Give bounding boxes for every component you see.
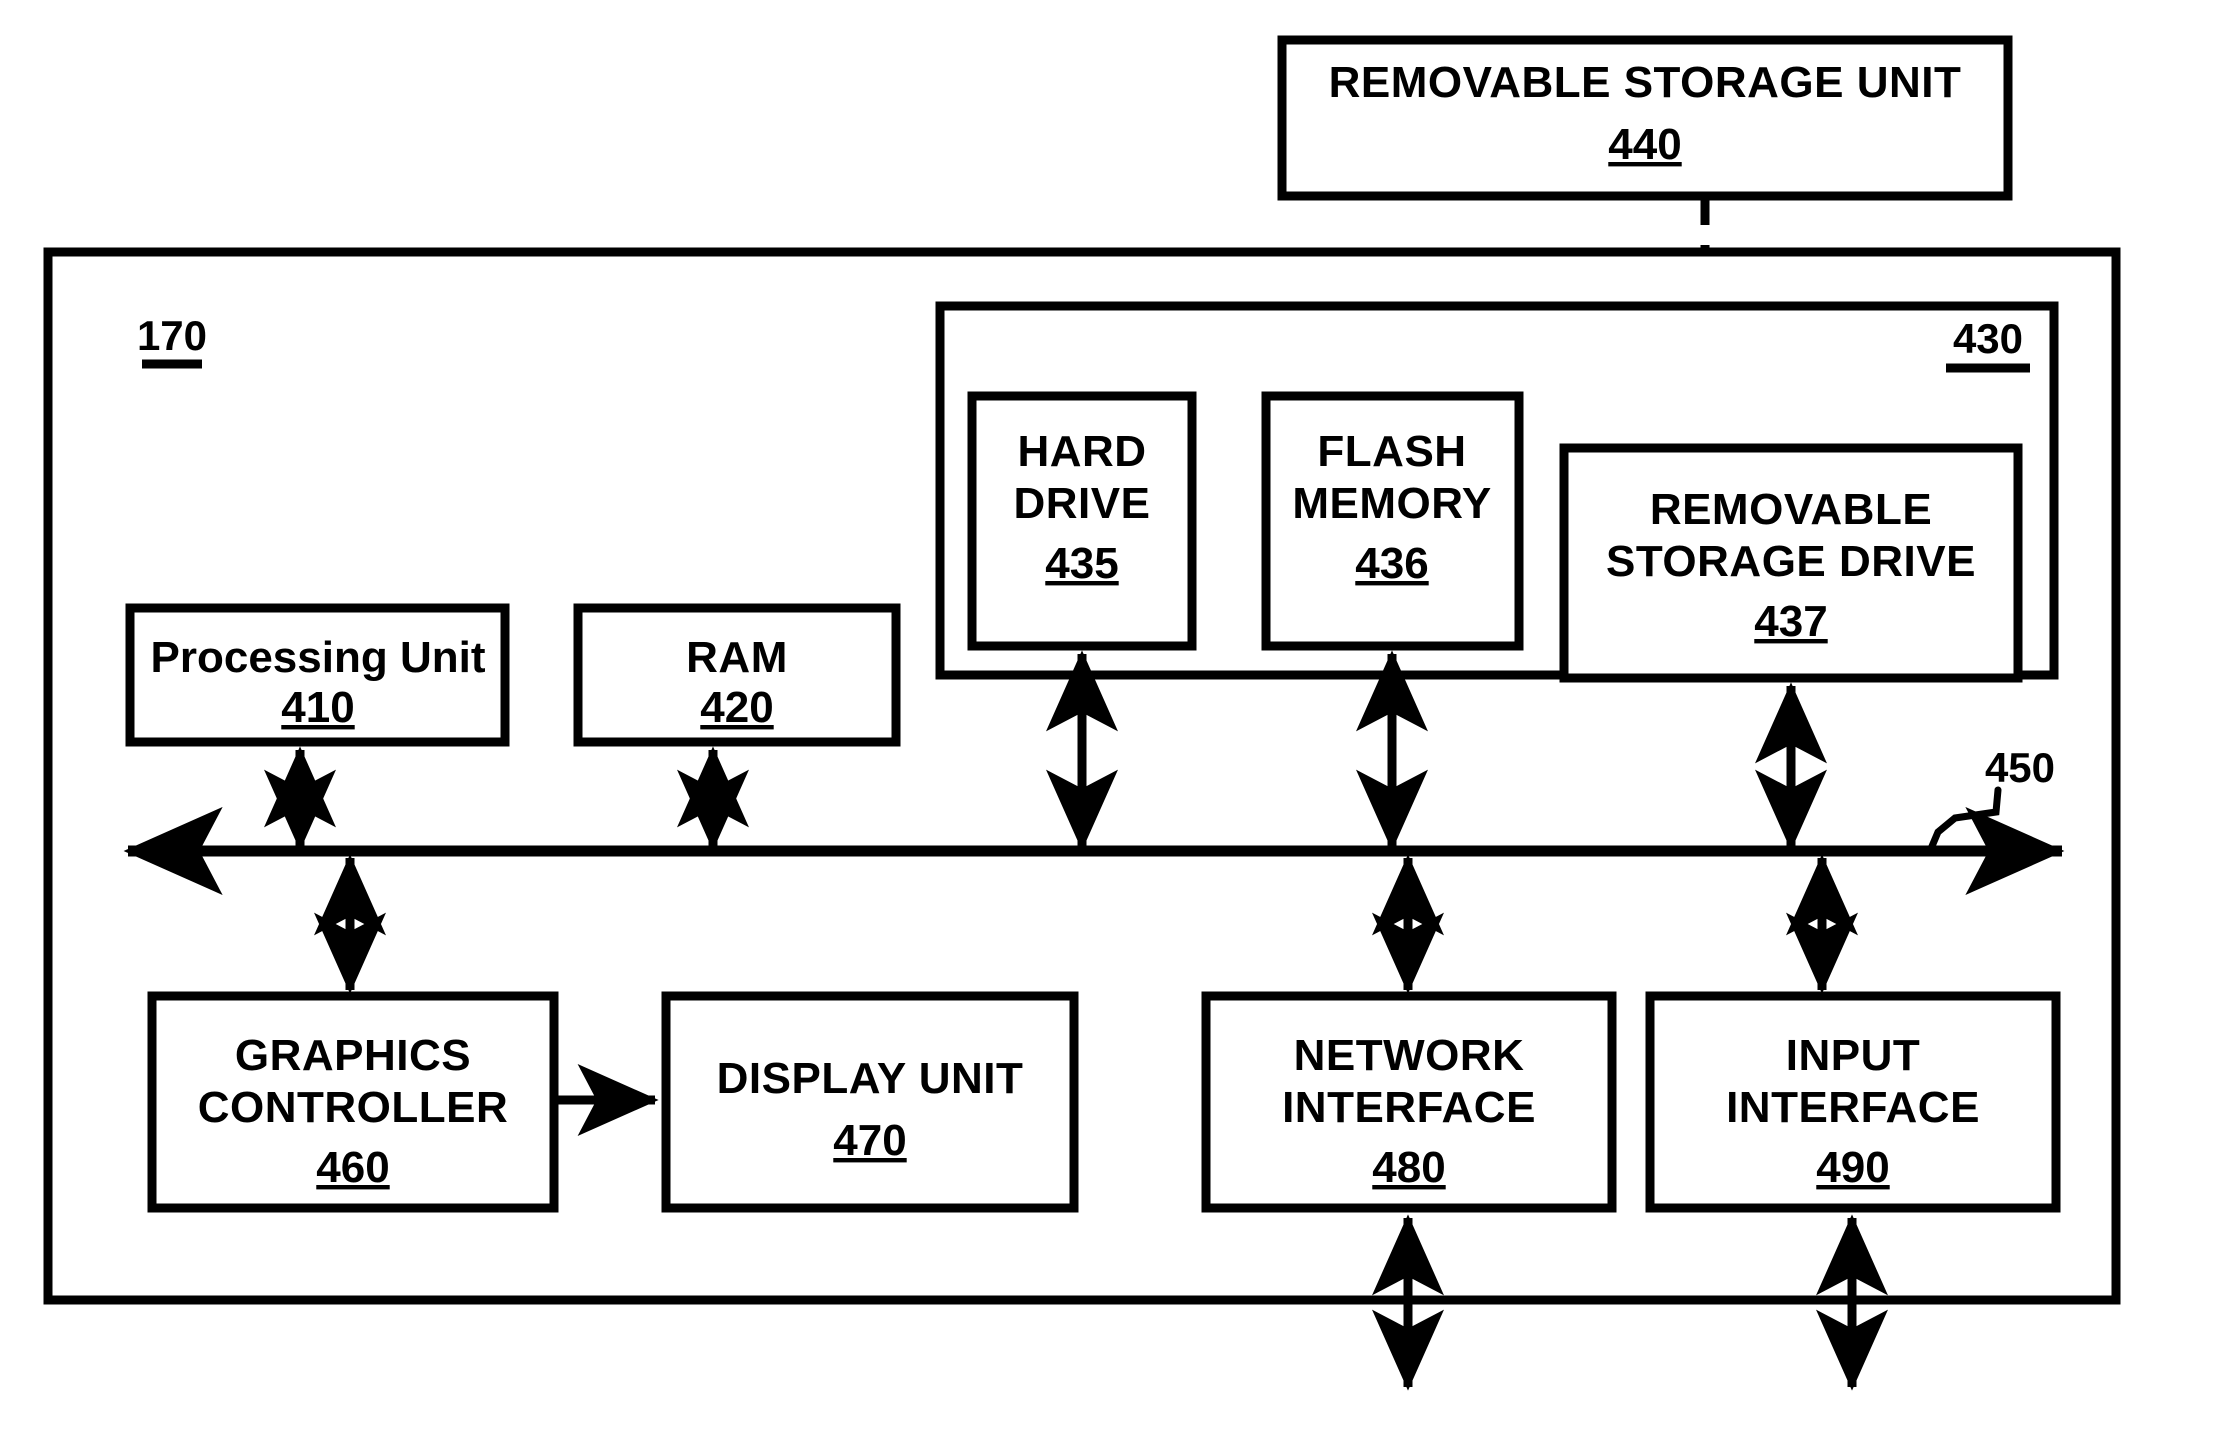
hard-drive-box[interactable]: HARD DRIVE 435	[967, 391, 1197, 651]
input-interface-label-line2: INTERFACE	[1726, 1083, 1980, 1132]
display-unit-ref: 470	[833, 1116, 906, 1165]
processing-unit-box[interactable]: Processing Unit 410	[125, 603, 510, 747]
ram-ref: 420	[700, 683, 773, 732]
network-interface-ref: 480	[1372, 1143, 1445, 1192]
removable-storage-unit-title: REMOVABLE STORAGE UNIT	[1329, 58, 1962, 107]
figure-canvas: REMOVABLE STORAGE UNIT 440 170 430 HARD …	[0, 0, 2222, 1453]
graphics-controller-label-line2: CONTROLLER	[198, 1083, 509, 1132]
graphics-controller-label-line1: GRAPHICS	[235, 1031, 471, 1080]
graphics-controller-box[interactable]: GRAPHICS CONTROLLER 460	[147, 991, 559, 1213]
flash-memory-label-line2: MEMORY	[1292, 479, 1491, 528]
graphics-controller-ref: 460	[316, 1143, 389, 1192]
removable-storage-drive-label-line1: REMOVABLE	[1650, 485, 1932, 534]
input-interface-ref: 490	[1816, 1143, 1889, 1192]
system-ref-label-group: 170	[137, 312, 207, 369]
ram-label: RAM	[686, 633, 788, 682]
network-interface-label-line2: INTERFACE	[1282, 1083, 1536, 1132]
removable-storage-drive-box[interactable]: REMOVABLE STORAGE DRIVE 437	[1559, 443, 2023, 683]
hard-drive-label-line2: DRIVE	[1014, 479, 1151, 528]
processing-unit-label: Processing Unit	[151, 633, 486, 682]
flash-memory-ref: 436	[1355, 539, 1428, 588]
flash-memory-label-line1: FLASH	[1317, 427, 1466, 476]
system-ref-170: 170	[137, 312, 207, 359]
removable-storage-drive-ref: 437	[1754, 597, 1827, 646]
removable-storage-drive-label-line2: STORAGE DRIVE	[1606, 537, 1976, 586]
flash-memory-box[interactable]: FLASH MEMORY 436	[1261, 391, 1524, 651]
patent-figure-svg: REMOVABLE STORAGE UNIT 440 170 430 HARD …	[43, 35, 2121, 1391]
network-interface-box[interactable]: NETWORK INTERFACE 480	[1201, 991, 1617, 1213]
removable-storage-unit-box[interactable]: REMOVABLE STORAGE UNIT 440	[1277, 35, 2013, 201]
bus-ref-450: 450	[1985, 744, 2055, 791]
storage-group-ref-label-group: 430	[1946, 315, 2030, 373]
processing-unit-ref: 410	[281, 683, 354, 732]
display-unit-box[interactable]: DISPLAY UNIT 470	[661, 991, 1079, 1213]
storage-group-ref-430: 430	[1953, 315, 2023, 362]
hard-drive-ref: 435	[1045, 539, 1118, 588]
network-interface-label-line1: NETWORK	[1294, 1031, 1525, 1080]
hard-drive-label-line1: HARD	[1017, 427, 1146, 476]
input-interface-box[interactable]: INPUT INTERFACE 490	[1645, 991, 2061, 1213]
input-interface-label-line1: INPUT	[1786, 1031, 1921, 1080]
display-unit-label: DISPLAY UNIT	[717, 1054, 1024, 1103]
ram-box[interactable]: RAM 420	[573, 603, 901, 747]
removable-storage-unit-ref: 440	[1608, 120, 1681, 169]
